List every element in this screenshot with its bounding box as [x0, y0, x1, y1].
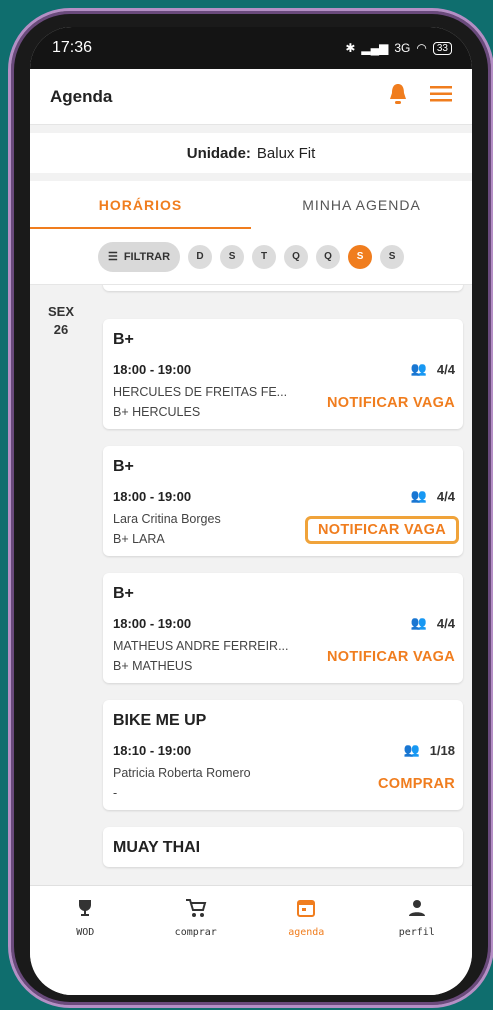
class-card[interactable]: B+ 18:00 - 19:00 👥 4/4 HERCULES DE FREITA…	[103, 319, 463, 429]
calendar-icon	[296, 898, 316, 921]
unit-label: Unidade:	[186, 144, 251, 162]
people-icon: 👥	[410, 361, 427, 376]
page-title: Agenda	[50, 86, 113, 106]
notify-vacancy-button-highlighted[interactable]: NOTIFICAR VAGA	[305, 516, 459, 544]
day-chip-thu[interactable]: Q	[316, 244, 341, 269]
filter-row: ☰ FILTRAR D S T Q Q S S	[30, 229, 472, 285]
nav-comprar[interactable]: comprar	[141, 898, 252, 995]
date-day: 26	[53, 322, 69, 337]
tab-horarios[interactable]: HORÁRIOS	[30, 181, 251, 229]
trophy-icon	[75, 898, 95, 921]
bell-icon[interactable]	[388, 83, 408, 110]
status-bar: 17:36 ✱ ▂▄▆ 3G ◠ 33	[30, 27, 472, 69]
class-title: MUAY THAI	[113, 839, 201, 856]
day-chip-sun[interactable]: D	[188, 244, 213, 269]
day-chip-fri[interactable]: S	[348, 244, 373, 269]
person-icon	[407, 898, 427, 921]
unit-selector[interactable]: Unidade: Balux Fit	[30, 133, 472, 173]
nav-agenda[interactable]: agenda	[251, 898, 362, 995]
people-icon: 👥	[403, 742, 420, 757]
cart-icon	[185, 898, 207, 921]
status-time: 17:36	[52, 39, 93, 56]
class-card[interactable]: MUAY THAI	[103, 827, 463, 867]
class-title: BIKE ME UP	[113, 712, 207, 729]
class-capacity: 1/18	[429, 742, 455, 758]
class-time: 18:00 - 19:00	[113, 615, 192, 631]
filter-button[interactable]: ☰ FILTRAR	[97, 241, 181, 272]
signal-icon: ▂▄▆	[361, 41, 389, 55]
nav-label: comprar	[174, 927, 217, 938]
class-title: B+	[113, 458, 134, 475]
nav-label: agenda	[288, 927, 325, 938]
class-capacity: 4/4	[436, 488, 455, 504]
status-icons: ✱ ▂▄▆ 3G ◠ 33	[345, 41, 452, 55]
class-time: 18:00 - 19:00	[113, 361, 192, 377]
unit-value: Balux Fit	[256, 144, 316, 162]
people-icon: 👥	[410, 615, 427, 630]
buy-button[interactable]: COMPRAR	[378, 776, 455, 792]
bluetooth-icon: ✱	[345, 41, 356, 55]
app-bar: Agenda	[30, 69, 472, 125]
day-chip-tue[interactable]: T	[252, 244, 277, 269]
class-capacity: 4/4	[436, 615, 455, 631]
nav-wod[interactable]: WOD	[30, 898, 141, 995]
date-weekday: SEX	[47, 304, 74, 319]
notify-vacancy-button[interactable]: NOTIFICAR VAGA	[327, 395, 455, 411]
class-title: B+	[113, 331, 134, 348]
date-label: SEX 26	[30, 285, 92, 339]
class-title: B+	[113, 585, 134, 602]
class-card[interactable]: B+ 18:00 - 19:00 👥 4/4 MATHEUS ANDRE FERR…	[103, 573, 463, 683]
class-capacity: 4/4	[436, 361, 455, 377]
nav-label: WOD	[76, 927, 95, 938]
day-chip-wed[interactable]: Q	[284, 244, 309, 269]
class-time: 18:10 - 19:00	[113, 742, 192, 758]
filter-label: FILTRAR	[123, 250, 171, 263]
sliders-icon: ☰	[107, 251, 118, 263]
network-type-label: 3G	[394, 41, 411, 55]
menu-icon[interactable]	[430, 86, 452, 107]
bottom-navigation: WOD comprar agenda perfil	[30, 885, 472, 995]
screen: 17:36 ✱ ▂▄▆ 3G ◠ 33 Agenda Unidade: Balu…	[30, 27, 472, 995]
nav-perfil[interactable]: perfil	[362, 898, 473, 995]
tab-bar: HORÁRIOS MINHA AGENDA	[30, 181, 472, 229]
day-chip-sat[interactable]: S	[380, 244, 405, 269]
class-time: 18:00 - 19:00	[113, 488, 192, 504]
day-chip-mon[interactable]: S	[220, 244, 245, 269]
schedule-list[interactable]: SEX 26 B+ 18:00 - 19:00 👥 4/4 HERCULES DE…	[30, 285, 472, 927]
class-card[interactable]: B+ 18:00 - 19:00 👥 4/4 Lara Critina Borge…	[103, 446, 463, 556]
battery-icon: 33	[432, 41, 452, 55]
card-partial-top	[103, 285, 463, 291]
people-icon: 👥	[410, 488, 427, 503]
nav-label: perfil	[398, 927, 435, 938]
class-card[interactable]: BIKE ME UP 18:10 - 19:00 👥 1/18 Patricia …	[103, 700, 463, 810]
notify-vacancy-button[interactable]: NOTIFICAR VAGA	[327, 649, 455, 665]
wifi-icon: ◠	[416, 41, 427, 55]
tab-minha-agenda[interactable]: MINHA AGENDA	[251, 181, 472, 229]
